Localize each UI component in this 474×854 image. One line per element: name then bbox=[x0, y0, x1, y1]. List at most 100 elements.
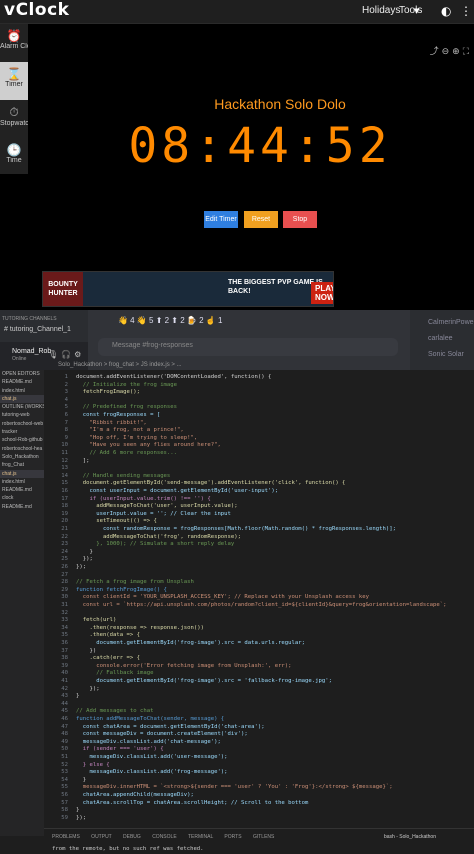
share-icon[interactable]: ⤴ bbox=[430, 47, 442, 57]
explorer-item[interactable]: index.html bbox=[0, 387, 44, 395]
code-line[interactable]: } bbox=[76, 777, 86, 783]
code-line[interactable]: const clientId = 'YOUR_UNSPLASH_ACCESS_K… bbox=[76, 594, 369, 600]
zoom-out-icon[interactable]: ⊖ bbox=[442, 47, 453, 57]
explorer-item[interactable]: README.md bbox=[0, 486, 44, 494]
code-line[interactable]: }) bbox=[76, 648, 96, 654]
explorer-item[interactable]: school-Rob-github bbox=[0, 436, 44, 444]
code-line[interactable]: // Fetch a frog image from Unsplash bbox=[76, 579, 194, 585]
explorer-item[interactable]: robertoschool-web bbox=[0, 420, 44, 428]
code-line[interactable]: fetchFrogImage(); bbox=[76, 389, 140, 395]
code-line[interactable]: if (sender === 'user') { bbox=[76, 746, 164, 752]
mic-icon[interactable]: 🎙 bbox=[48, 350, 61, 359]
code-line[interactable]: // Predefined frog responses bbox=[76, 404, 177, 410]
explorer-item[interactable]: OUTLINE (WORKSPACE) bbox=[0, 403, 44, 411]
explorer-item[interactable]: robertoschool-hea bbox=[0, 445, 44, 453]
sidebar-item-alarm[interactable]: ⏰ Alarm Clock bbox=[0, 24, 28, 62]
app-logo[interactable]: vClock bbox=[4, 0, 69, 20]
code-line[interactable]: document.getElementById('frog-image').sr… bbox=[76, 678, 332, 684]
code-line[interactable]: ]; bbox=[76, 458, 90, 464]
code-line[interactable]: }); bbox=[76, 564, 86, 570]
panel-tabs[interactable]: PROBLEMS OUTPUT DEBUG CONSOLE TERMINAL P… bbox=[52, 834, 274, 840]
code-line[interactable]: chatArea.scrollTop = chatArea.scrollHeig… bbox=[76, 800, 309, 806]
code-area[interactable]: 1 document.addEventListener('DOMContentLo… bbox=[44, 370, 474, 830]
code-line[interactable]: document.getElementById('send-message').… bbox=[76, 480, 346, 486]
code-line[interactable]: "Hop off, I'm trying to sleep!", bbox=[76, 435, 197, 441]
stop-button[interactable]: Stop bbox=[283, 211, 317, 228]
code-line[interactable]: "Ribbit ribbit!", bbox=[76, 420, 146, 426]
code-line[interactable]: }); bbox=[76, 556, 93, 562]
explorer-item[interactable]: Solo_Hackathon bbox=[0, 453, 44, 461]
explorer-item[interactable]: README.md bbox=[0, 378, 44, 386]
member-item[interactable]: carlalee bbox=[428, 335, 474, 342]
code-line[interactable]: // Handle sending messages bbox=[76, 473, 171, 479]
code-line[interactable]: // Add 6 more responses... bbox=[76, 450, 177, 456]
code-line[interactable]: const messageDiv = document.createElemen… bbox=[76, 731, 248, 737]
explorer-item[interactable]: chat.js bbox=[0, 394, 44, 404]
sidebar-item-timer[interactable]: ⌛ Timer bbox=[0, 62, 28, 100]
nav-holidays[interactable]: Holidays bbox=[362, 5, 400, 16]
explorer-item[interactable]: chat.js bbox=[0, 469, 44, 478]
code-line[interactable]: messageDiv.innerHTML = `<strong>${sender… bbox=[76, 784, 393, 790]
code-line[interactable]: "Have you seen any flies around here?", bbox=[76, 442, 220, 448]
code-line[interactable]: } else { bbox=[76, 762, 110, 768]
explorer-item[interactable]: index.html bbox=[0, 478, 44, 486]
code-line[interactable]: if (userInput.value.trim() !== '') { bbox=[76, 496, 210, 502]
headphones-icon[interactable]: 🎧 bbox=[61, 350, 74, 359]
code-line[interactable]: messageDiv.classList.add('frog-message')… bbox=[76, 769, 227, 775]
channel-category[interactable]: TUTORING CHANNELS bbox=[2, 316, 57, 322]
explorer-item[interactable]: frog_Chat bbox=[0, 461, 44, 469]
code-line[interactable]: const randomResponse = frogResponses[Mat… bbox=[76, 526, 396, 532]
code-line[interactable]: messageDiv.classList.add('chat-message')… bbox=[76, 739, 221, 745]
member-item[interactable]: CalmerinPower bbox=[428, 319, 474, 326]
code-line[interactable]: // Fallback image bbox=[76, 670, 153, 676]
code-line[interactable]: setTimeout(() => { bbox=[76, 518, 157, 524]
explorer-item[interactable]: OPEN EDITORS bbox=[0, 370, 44, 378]
code-line[interactable]: }, 1000); // Simulate a short reply dela… bbox=[76, 541, 234, 547]
code-line[interactable]: const userInput = document.getElementByI… bbox=[76, 488, 278, 494]
ad-play-button[interactable]: PLAY NOW bbox=[311, 282, 333, 304]
channel-item[interactable]: # tutoring_Channel_1 bbox=[4, 326, 71, 333]
message-input[interactable]: Message #frog-responses bbox=[98, 338, 398, 356]
fullscreen-icon[interactable]: ⛶ bbox=[463, 47, 472, 57]
code-line[interactable]: } bbox=[76, 549, 92, 555]
code-line[interactable]: fetch(url) bbox=[76, 617, 117, 623]
explorer-item[interactable]: tracker bbox=[0, 428, 44, 436]
code-line[interactable]: .then(data => { bbox=[76, 632, 140, 638]
reset-button[interactable]: Reset bbox=[244, 211, 278, 228]
code-line[interactable]: .catch(err => { bbox=[76, 655, 140, 661]
settings-icon[interactable]: ⚙ bbox=[74, 350, 84, 359]
chevron-down-icon[interactable]: ▼ bbox=[414, 7, 419, 15]
code-line[interactable]: chatArea.appendChild(messageDiv); bbox=[76, 792, 194, 798]
code-line[interactable]: }); bbox=[76, 686, 99, 692]
reaction-bar[interactable]: 👋 4 👋 5 ⬆ 2 ⬆ 2 🍺 2 ☝ 1 bbox=[118, 316, 222, 325]
member-item[interactable]: Sonic Solar bbox=[428, 351, 474, 358]
explorer-item[interactable]: clock bbox=[0, 494, 44, 502]
code-line[interactable]: addMessageToChat('frog', randomResponse)… bbox=[76, 534, 241, 540]
theme-toggle-icon[interactable]: ◐ bbox=[441, 4, 451, 18]
code-line[interactable]: addMessageToChat('user', userInput.value… bbox=[76, 503, 237, 509]
code-line[interactable]: userInput.value = ''; // Clear the input bbox=[76, 511, 231, 517]
code-line[interactable]: document.addEventListener('DOMContentLoa… bbox=[76, 374, 271, 380]
advertisement-banner[interactable]: BOUNTY HUNTER THE BIGGEST PVP GAME IS BA… bbox=[42, 271, 334, 307]
breadcrumb[interactable]: Solo_Hackathon > frog_chat > JS index.js… bbox=[58, 362, 182, 368]
code-line[interactable]: // Add messages to chat bbox=[76, 708, 153, 714]
code-line[interactable]: const chatArea = document.getElementById… bbox=[76, 724, 265, 730]
code-line[interactable]: "I'm a frog, not a prince!", bbox=[76, 427, 183, 433]
edit-timer-button[interactable]: Edit Timer bbox=[204, 211, 238, 228]
code-line[interactable]: .then(response => response.json()) bbox=[76, 625, 204, 631]
code-line[interactable]: // Initialize the frog image bbox=[76, 382, 177, 388]
code-line[interactable]: function addMessageToChat(sender, messag… bbox=[76, 716, 224, 722]
zoom-in-icon[interactable]: ⊕ bbox=[452, 47, 463, 57]
code-line[interactable]: }); bbox=[76, 815, 86, 821]
code-line[interactable]: const frogResponses = [ bbox=[76, 412, 160, 418]
terminal-shell-label[interactable]: bash - Solo_Hackathon bbox=[384, 834, 436, 840]
code-line[interactable]: function fetchFrogImage() { bbox=[76, 587, 167, 593]
explorer-item[interactable]: README.md bbox=[0, 503, 44, 511]
code-line[interactable]: console.error('Error fetching image from… bbox=[76, 663, 291, 669]
code-line[interactable]: messageDiv.classList.add('user-message')… bbox=[76, 754, 227, 760]
code-line[interactable]: } bbox=[76, 693, 79, 699]
code-line[interactable]: } bbox=[76, 807, 79, 813]
menu-icon[interactable]: ⋮ bbox=[460, 4, 472, 18]
explorer-item[interactable]: tutoring-web bbox=[0, 411, 44, 419]
code-line[interactable]: document.getElementById('frog-image').sr… bbox=[76, 640, 305, 646]
